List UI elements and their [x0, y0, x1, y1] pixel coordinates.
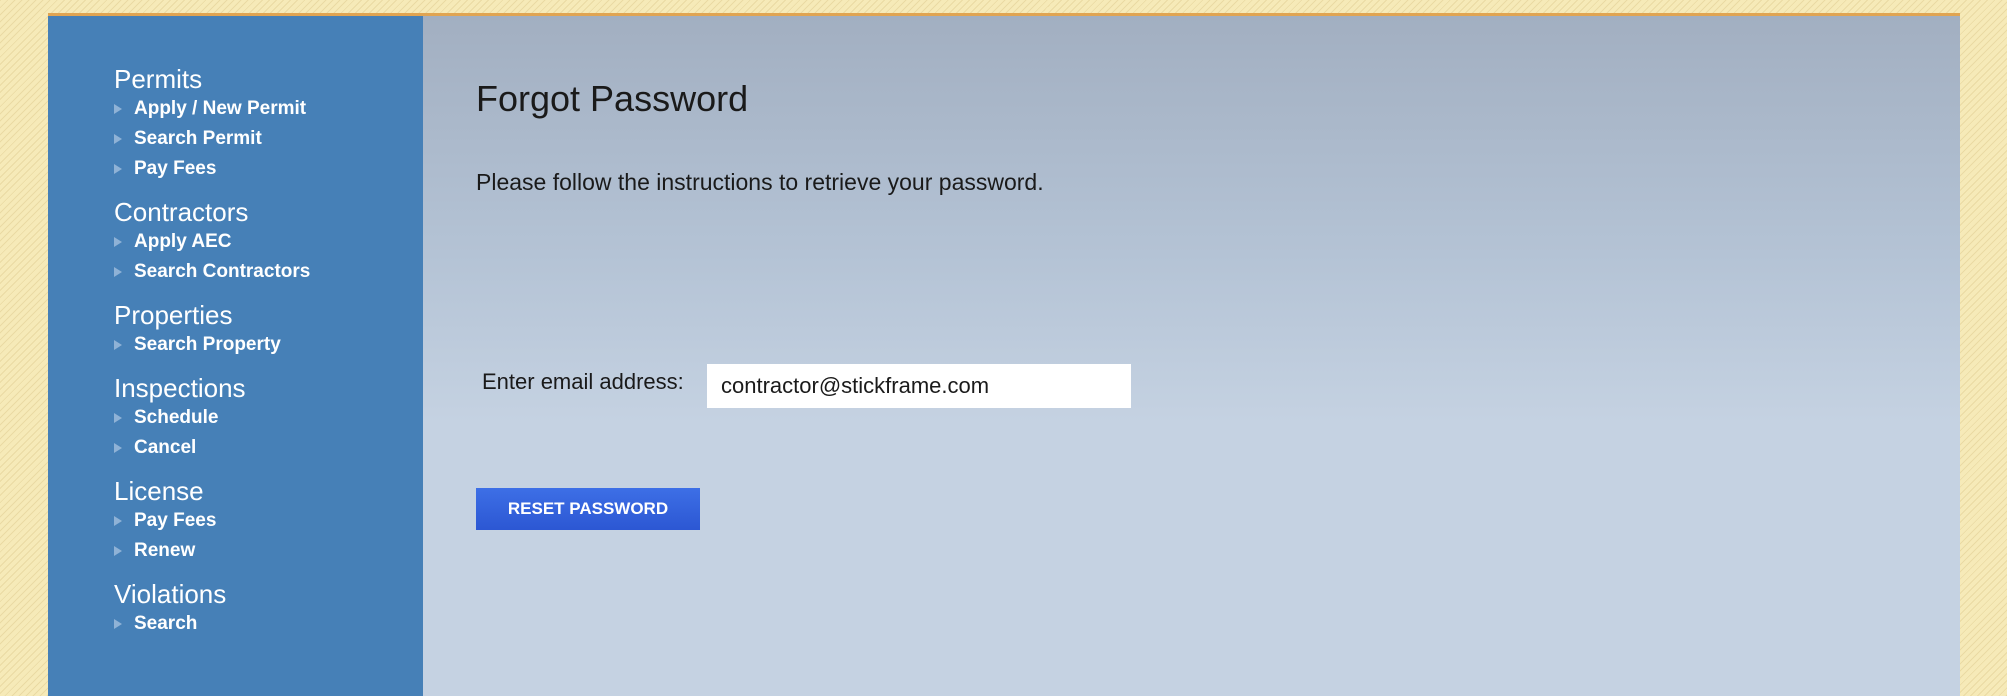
nav-item-cancel[interactable]: Cancel: [114, 433, 423, 463]
nav-item-label[interactable]: Pay Fees: [134, 158, 216, 180]
nav-group-inspections: Inspections Schedule Cancel: [114, 373, 423, 463]
nav-item-label[interactable]: Search: [134, 613, 197, 635]
nav-item-renew[interactable]: Renew: [114, 536, 423, 566]
nav-item-label[interactable]: Schedule: [134, 407, 218, 429]
email-label: Enter email address:: [482, 369, 684, 394]
nav-group-violations: Violations Search: [114, 579, 423, 639]
nav-item-search-violations[interactable]: Search: [114, 609, 423, 639]
nav-heading-inspections: Inspections: [114, 373, 246, 403]
nav-item-search-permit[interactable]: Search Permit: [114, 124, 423, 154]
arrow-right-icon: [114, 546, 122, 556]
nav-heading-permits: Permits: [114, 64, 203, 94]
nav-item-label[interactable]: Search Contractors: [134, 261, 310, 283]
arrow-right-icon: [114, 267, 122, 277]
instructions-text: Please follow the instructions to retrie…: [476, 169, 1044, 195]
nav-heading-license: License: [114, 476, 204, 506]
nav-group-license: License Pay Fees Renew: [114, 476, 423, 566]
nav-item-schedule[interactable]: Schedule: [114, 403, 423, 433]
nav-item-label[interactable]: Cancel: [134, 437, 196, 459]
arrow-right-icon: [114, 413, 122, 423]
arrow-right-icon: [114, 516, 122, 526]
nav-item-label[interactable]: Apply AEC: [134, 231, 231, 253]
nav-item-search-property[interactable]: Search Property: [114, 330, 423, 360]
nav-item-label[interactable]: Search Permit: [134, 128, 262, 150]
nav-group-properties: Properties Search Property: [114, 300, 423, 360]
nav-item-label[interactable]: Pay Fees: [134, 510, 216, 532]
nav-item-pay-fees-permits[interactable]: Pay Fees: [114, 154, 423, 184]
arrow-right-icon: [114, 134, 122, 144]
page-container: Permits Apply / New Permit Search Permit…: [48, 13, 1960, 696]
sidebar-nav: Permits Apply / New Permit Search Permit…: [48, 16, 423, 696]
nav-item-search-contractors[interactable]: Search Contractors: [114, 257, 423, 287]
nav-item-label[interactable]: Apply / New Permit: [134, 98, 306, 120]
arrow-right-icon: [114, 443, 122, 453]
arrow-right-icon: [114, 340, 122, 350]
reset-password-button[interactable]: RESET PASSWORD: [476, 488, 700, 530]
nav-group-contractors: Contractors Apply AEC Search Contractors: [114, 197, 423, 287]
nav-item-apply-new-permit[interactable]: Apply / New Permit: [114, 94, 423, 124]
arrow-right-icon: [114, 104, 122, 114]
arrow-right-icon: [114, 237, 122, 247]
nav-heading-contractors: Contractors: [114, 197, 249, 227]
nav-item-label[interactable]: Renew: [134, 540, 195, 562]
arrow-right-icon: [114, 619, 122, 629]
nav-group-permits: Permits Apply / New Permit Search Permit…: [114, 64, 423, 184]
nav-heading-violations: Violations: [114, 579, 227, 609]
nav-item-label[interactable]: Search Property: [134, 334, 281, 356]
nav-item-pay-fees-license[interactable]: Pay Fees: [114, 506, 423, 536]
arrow-right-icon: [114, 164, 122, 174]
nav-heading-properties: Properties: [114, 300, 233, 330]
email-field[interactable]: [707, 364, 1131, 408]
main-content: Forgot Password Please follow the instru…: [423, 16, 1960, 696]
nav-item-apply-aec[interactable]: Apply AEC: [114, 227, 423, 257]
page-title: Forgot Password: [476, 78, 749, 119]
